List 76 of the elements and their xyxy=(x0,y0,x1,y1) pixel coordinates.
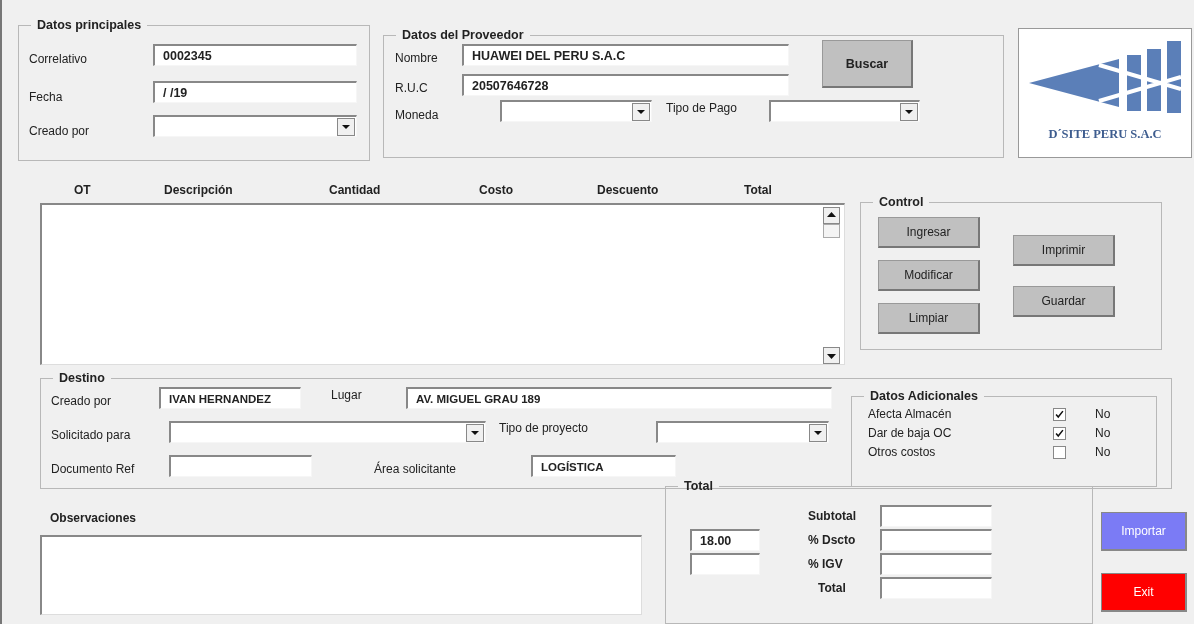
input-field[interactable]: AV. MIGUEL GRAU 189 xyxy=(406,387,832,409)
column-header: Descuento xyxy=(597,183,660,199)
field-label: Creado por xyxy=(51,393,113,408)
column-header: OT xyxy=(74,183,92,199)
dropdown-field[interactable] xyxy=(500,100,652,122)
field-label: Tipo de Pago xyxy=(665,101,738,115)
field-label: Correlativo xyxy=(29,51,89,66)
frame-title: Datos del Proveedor xyxy=(401,28,525,42)
column-header: Total xyxy=(744,183,773,199)
input-field[interactable] xyxy=(169,455,312,477)
input-field[interactable]: LOGÍSTICA xyxy=(531,455,676,477)
input-field[interactable] xyxy=(880,553,992,575)
search-button[interactable]: Buscar xyxy=(822,40,913,88)
input-field[interactable]: HUAWEI DEL PERU S.A.C xyxy=(462,44,789,66)
frame-title: Destino xyxy=(58,371,106,385)
dropdown-field[interactable] xyxy=(769,100,920,122)
input-field[interactable]: / /19 xyxy=(153,81,357,103)
input-field[interactable]: IVAN HERNANDEZ xyxy=(159,387,301,409)
dropdown-field[interactable] xyxy=(656,421,829,443)
checkbox-value: No xyxy=(1095,445,1112,459)
field-label: Observaciones xyxy=(49,511,138,527)
field-label: Tipo de proyecto xyxy=(498,421,589,435)
scroll-down-icon[interactable] xyxy=(823,347,840,364)
column-header: Descripción xyxy=(164,183,234,199)
field-label: Moneda xyxy=(395,107,440,122)
field-label: Área solicitante xyxy=(373,460,458,476)
column-header: Costo xyxy=(479,183,514,199)
input-field[interactable] xyxy=(880,529,992,551)
input-field[interactable] xyxy=(690,553,760,575)
field-label: R.U.C xyxy=(395,80,429,95)
input-field[interactable] xyxy=(880,505,992,527)
action-button[interactable]: Exit xyxy=(1101,573,1187,612)
checkbox[interactable] xyxy=(1053,426,1066,440)
caret-icon[interactable] xyxy=(466,423,484,442)
input-field[interactable]: 0002345 xyxy=(153,44,357,66)
dropdown-field[interactable] xyxy=(153,115,357,137)
scroll-up-icon[interactable] xyxy=(823,207,840,224)
field-label: % IGV xyxy=(807,557,844,571)
field-label: Total xyxy=(817,581,847,595)
action-button[interactable]: Ingresar xyxy=(878,217,980,248)
frame-title: Total xyxy=(683,479,714,493)
input-field[interactable] xyxy=(880,577,992,599)
action-button[interactable]: Modificar xyxy=(878,260,980,291)
field-label: Fecha xyxy=(29,89,64,104)
field-label: Solicitado para xyxy=(51,427,132,442)
checkbox-value: No xyxy=(1095,407,1112,421)
field-label: Subtotal xyxy=(807,509,857,523)
action-button[interactable]: Limpiar xyxy=(878,303,980,334)
text-area[interactable] xyxy=(40,535,642,615)
frame-title: Datos principales xyxy=(36,18,143,32)
logo-text: D´SITE PERU S.A.C xyxy=(1048,127,1162,142)
field-label: Nombre xyxy=(395,50,439,65)
field-label: Documento Ref xyxy=(51,461,136,476)
checkbox-label: Dar de baja OC xyxy=(868,426,953,440)
field-label: % Dscto xyxy=(807,533,857,547)
field-label: Creado por xyxy=(29,123,91,138)
scrollbar-thumb[interactable] xyxy=(823,224,840,238)
checkbox-label: Otros costos xyxy=(868,445,937,459)
caret-icon[interactable] xyxy=(632,102,650,121)
field-label: Lugar xyxy=(330,388,363,402)
checkbox-value: No xyxy=(1095,426,1112,440)
action-button[interactable]: Imprimir xyxy=(1013,235,1115,266)
input-field[interactable]: 18.00 xyxy=(690,529,760,551)
action-button[interactable]: Importar xyxy=(1101,512,1187,551)
checkbox[interactable] xyxy=(1053,407,1066,421)
action-button[interactable]: Guardar xyxy=(1013,286,1115,317)
input-field[interactable]: 20507646728 xyxy=(462,74,789,96)
checkbox-label: Afecta Almacén xyxy=(868,407,953,421)
caret-icon[interactable] xyxy=(900,102,918,121)
caret-icon[interactable] xyxy=(809,423,827,442)
caret-icon[interactable] xyxy=(337,117,355,136)
frame-title: Control xyxy=(878,195,925,209)
column-header: Cantidad xyxy=(329,183,382,199)
dropdown-field[interactable] xyxy=(169,421,486,443)
frame-title: Datos Adicionales xyxy=(869,389,979,403)
checkbox[interactable] xyxy=(1053,445,1066,459)
